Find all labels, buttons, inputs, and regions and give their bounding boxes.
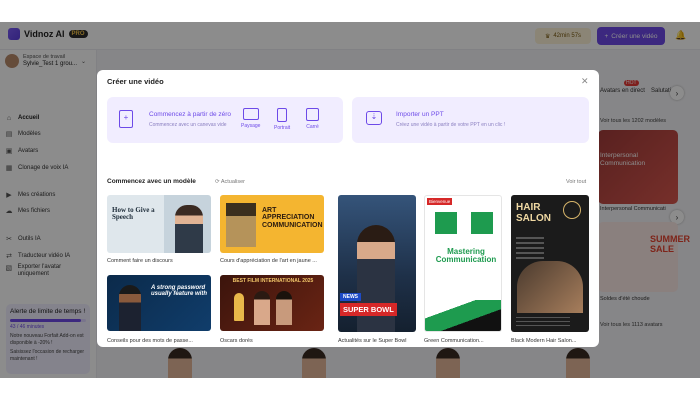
template-caption: Conseils pour des mots de passe... <box>107 338 193 344</box>
avatar <box>435 212 457 234</box>
avatar <box>119 285 141 331</box>
import-ppt-title: Importer un PPT <box>396 111 444 118</box>
format-square-button[interactable]: Carré <box>306 108 319 130</box>
app-window: Vidnoz AI PRO ♛ 42min 57s + Créer une vi… <box>0 22 700 378</box>
import-icon: ⇣ <box>366 111 382 125</box>
refresh-label: Actualiser <box>220 179 245 185</box>
modal-title: Créer une vidéo <box>107 77 164 86</box>
painting-image <box>226 203 256 247</box>
decorative-stripes <box>425 300 501 331</box>
start-from-scratch-subtitle: Commencez avec un canevas vide <box>149 122 227 128</box>
template-card[interactable]: BEST FILM INTERNATIONAL 2025 <box>220 275 324 331</box>
template-text: ART APPRECIATION COMMUNICATION <box>262 207 323 229</box>
template-caption: Oscars dorés <box>220 338 253 344</box>
template-text: A strong password usually feature with <box>151 285 208 298</box>
template-text: How to Give a Speech <box>112 206 155 222</box>
salon-logo-icon <box>563 201 581 219</box>
template-text: SUPER BOWL <box>340 303 397 316</box>
avatar <box>254 291 270 325</box>
template-text: HAIR SALON <box>516 202 551 224</box>
trophy-icon <box>234 293 244 321</box>
format-label: Carré <box>306 124 319 130</box>
square-icon <box>306 108 319 121</box>
template-card[interactable]: ART APPRECIATION COMMUNICATION <box>220 195 324 253</box>
close-icon[interactable]: ✕ <box>581 76 589 87</box>
template-card[interactable]: A strong password usually feature with <box>107 275 211 331</box>
news-badge: NEWS <box>340 293 361 301</box>
hair-photo <box>517 261 583 313</box>
create-video-modal: Créer une vidéo ✕ + Commencez à partir d… <box>97 70 599 347</box>
contact-info <box>516 317 570 327</box>
format-label: Paysage <box>241 123 261 129</box>
template-card[interactable]: NEWS SUPER BOWL <box>338 195 416 332</box>
format-landscape-button[interactable]: Paysage <box>241 108 260 129</box>
service-list <box>516 237 544 261</box>
portrait-icon <box>277 108 288 122</box>
new-file-icon: + <box>119 110 133 128</box>
see-all-link[interactable]: Voir tout <box>566 179 586 185</box>
template-caption: Black Modern Hair Salon... <box>511 338 577 344</box>
format-portrait-button[interactable]: Portrait <box>274 108 290 131</box>
import-ppt-card[interactable]: ⇣ Importer un PPT Créez une vidéo à part… <box>352 97 589 143</box>
template-text: BEST FILM INTERNATIONAL 2025 <box>232 278 314 284</box>
avatar <box>471 212 493 234</box>
start-from-scratch-card[interactable]: + Commencez à partir de zéro Commencez a… <box>107 97 343 143</box>
welcome-badge: Bienvenue <box>427 198 453 205</box>
refresh-button[interactable]: ⟳ Actualiser <box>215 179 245 185</box>
templates-section-title: Commencez avec un modèle <box>107 178 196 185</box>
template-card[interactable]: How to Give a Speech <box>107 195 211 253</box>
avatar <box>175 205 203 253</box>
format-label: Portrait <box>274 125 291 131</box>
template-caption: Actualités sur le Super Bowl <box>338 338 407 344</box>
template-caption: Comment faire un discours <box>107 258 173 264</box>
template-caption: Green Communication... <box>424 338 484 344</box>
avatar <box>276 291 292 325</box>
import-ppt-subtitle: Créez une vidéo à partir de votre PPT en… <box>396 122 506 128</box>
landscape-icon <box>242 108 259 120</box>
template-text: Mastering Communication <box>435 247 497 265</box>
template-caption: Cours d'appréciation de l'art en jaune .… <box>220 258 317 264</box>
template-card[interactable]: HAIR SALON <box>511 195 589 332</box>
start-from-scratch-title: Commencez à partir de zéro <box>149 111 232 118</box>
template-card[interactable]: Bienvenue Mastering Communication <box>424 195 502 332</box>
